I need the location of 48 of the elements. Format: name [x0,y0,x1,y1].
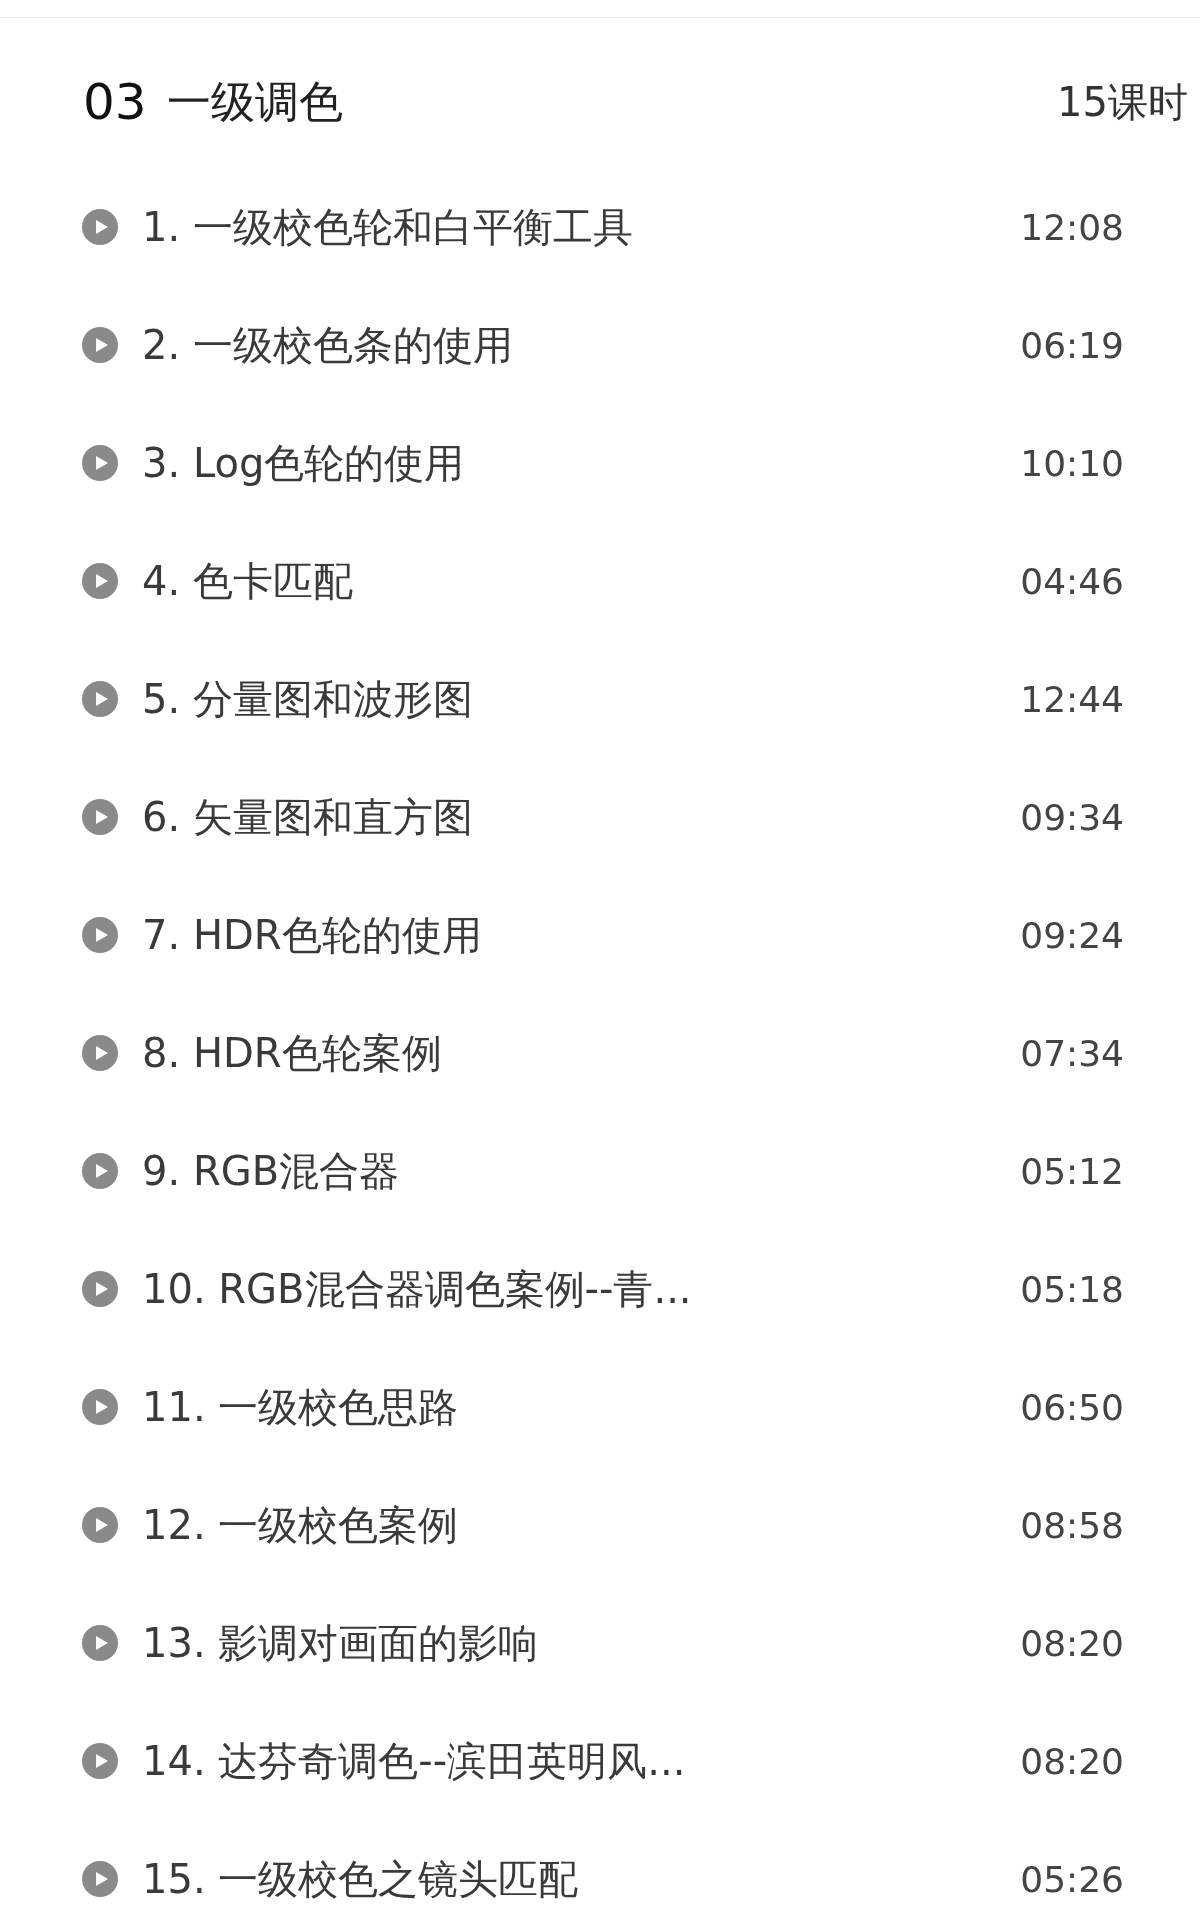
lesson-duration: 07:34 [1020,1032,1124,1074]
play-icon[interactable] [82,445,118,481]
lesson-title[interactable]: 4. 色卡匹配 [142,553,353,609]
play-icon[interactable] [82,563,118,599]
lesson-title[interactable]: 5. 分量图和波形图 [142,671,473,727]
lesson-title[interactable]: 14. 达芬奇调色--滨田英明风... [142,1733,686,1789]
play-icon[interactable] [82,1507,118,1543]
lesson-title[interactable]: 6. 矢量图和直方图 [142,789,473,845]
play-icon[interactable] [82,917,118,953]
play-icon[interactable] [82,1743,118,1779]
lesson-title[interactable]: 2. 一级校色条的使用 [142,317,513,373]
lesson-title[interactable]: 1. 一级校色轮和白平衡工具 [142,199,633,255]
play-icon[interactable] [82,1861,118,1897]
lesson-duration: 05:18 [1020,1268,1124,1310]
lesson-title[interactable]: 3. Log色轮的使用 [142,435,465,491]
lesson-duration: 08:20 [1020,1622,1124,1664]
lesson-title[interactable]: 10. RGB混合器调色案例--青... [142,1261,692,1317]
play-icon[interactable] [82,1153,118,1189]
play-icon[interactable] [82,1625,118,1661]
lesson-title[interactable]: 15. 一级校色之镜头匹配 [142,1851,579,1907]
lesson-duration: 12:44 [1020,678,1124,720]
lesson-title[interactable]: 13. 影调对画面的影响 [142,1615,539,1671]
lesson-title[interactable]: 11. 一级校色思路 [142,1379,459,1435]
play-icon[interactable] [82,327,118,363]
lesson-title[interactable]: 7. HDR色轮的使用 [142,907,482,963]
play-icon[interactable] [82,1271,118,1307]
lesson-duration: 08:58 [1020,1504,1124,1546]
play-icon[interactable] [82,209,118,245]
lesson-duration: 04:46 [1020,560,1124,602]
section-title: 一级调色 [166,74,343,129]
lesson-duration: 06:50 [1020,1386,1124,1428]
play-icon[interactable] [82,1389,118,1425]
lesson-duration: 05:26 [1020,1858,1124,1900]
section-number: 03 [83,73,147,131]
lesson-duration: 05:12 [1020,1150,1124,1192]
lesson-count: 15课时 [1057,77,1188,127]
play-icon[interactable] [82,1035,118,1071]
lesson-duration: 09:34 [1020,796,1124,838]
lesson-duration: 10:10 [1020,442,1124,484]
lesson-duration: 06:19 [1020,324,1124,366]
lesson-title[interactable]: 12. 一级校色案例 [142,1497,459,1553]
lesson-title[interactable]: 9. RGB混合器 [142,1143,400,1199]
lesson-duration: 12:08 [1020,206,1124,248]
lesson-duration: 09:24 [1020,914,1124,956]
play-icon[interactable] [82,681,118,717]
lesson-duration: 08:20 [1020,1740,1124,1782]
play-icon[interactable] [82,799,118,835]
lesson-title[interactable]: 8. HDR色轮案例 [142,1025,442,1081]
